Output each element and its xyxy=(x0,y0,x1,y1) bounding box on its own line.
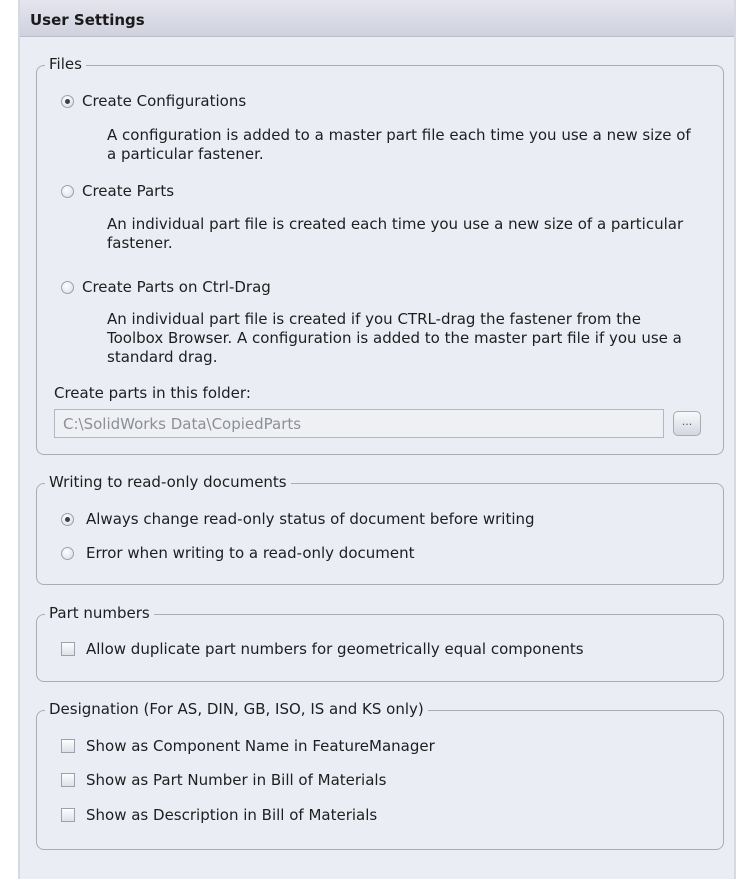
readonly-group: Writing to read-only documents xyxy=(36,473,724,585)
create-configurations-desc-line2: a particular fastener. xyxy=(107,145,264,163)
error-readonly-radio[interactable] xyxy=(61,547,74,560)
user-settings-panel: User Settings Files Create Configuration… xyxy=(18,0,736,879)
folder-path-input[interactable] xyxy=(54,409,664,438)
create-parts-ctrl-drag-desc-line3: standard drag. xyxy=(107,348,218,366)
create-parts-desc-line1: An individual part file is created each … xyxy=(107,215,684,233)
create-parts-ctrl-drag-desc-line2: Toolbox Browser. A configuration is adde… xyxy=(107,329,682,347)
always-change-readonly-label[interactable]: Always change read-only status of docume… xyxy=(86,510,535,528)
show-component-name-checkbox[interactable] xyxy=(61,739,75,753)
create-parts-ctrl-drag-label[interactable]: Create Parts on Ctrl-Drag xyxy=(82,278,271,296)
files-group-legend: Files xyxy=(45,55,86,73)
readonly-group-legend: Writing to read-only documents xyxy=(45,473,291,491)
browse-folder-button[interactable]: ... xyxy=(673,411,701,436)
create-parts-desc-line2: fastener. xyxy=(107,234,173,252)
create-parts-label[interactable]: Create Parts xyxy=(82,182,174,200)
always-change-readonly-radio[interactable] xyxy=(61,513,74,526)
designation-group-legend: Designation (For AS, DIN, GB, ISO, IS an… xyxy=(45,700,428,718)
panel-title: User Settings xyxy=(30,11,145,29)
error-readonly-label[interactable]: Error when writing to a read-only docume… xyxy=(86,544,415,562)
show-description-label[interactable]: Show as Description in Bill of Materials xyxy=(86,806,377,824)
show-part-number-checkbox[interactable] xyxy=(61,773,75,787)
create-parts-ctrl-drag-radio[interactable] xyxy=(61,281,74,294)
allow-duplicate-part-numbers-label[interactable]: Allow duplicate part numbers for geometr… xyxy=(86,640,584,658)
create-parts-ctrl-drag-desc-line1: An individual part file is created if yo… xyxy=(107,310,641,328)
create-configurations-label[interactable]: Create Configurations xyxy=(82,92,246,110)
show-description-checkbox[interactable] xyxy=(61,808,75,822)
part-numbers-group-legend: Part numbers xyxy=(45,604,154,622)
folder-label: Create parts in this folder: xyxy=(54,384,251,402)
show-component-name-label[interactable]: Show as Component Name in FeatureManager xyxy=(86,737,435,755)
panel-header: User Settings xyxy=(20,0,734,37)
allow-duplicate-part-numbers-checkbox[interactable] xyxy=(61,642,75,656)
create-configurations-radio[interactable] xyxy=(61,95,74,108)
create-parts-radio[interactable] xyxy=(61,185,74,198)
show-part-number-label[interactable]: Show as Part Number in Bill of Materials xyxy=(86,771,386,789)
create-configurations-desc-line1: A configuration is added to a master par… xyxy=(107,126,691,144)
